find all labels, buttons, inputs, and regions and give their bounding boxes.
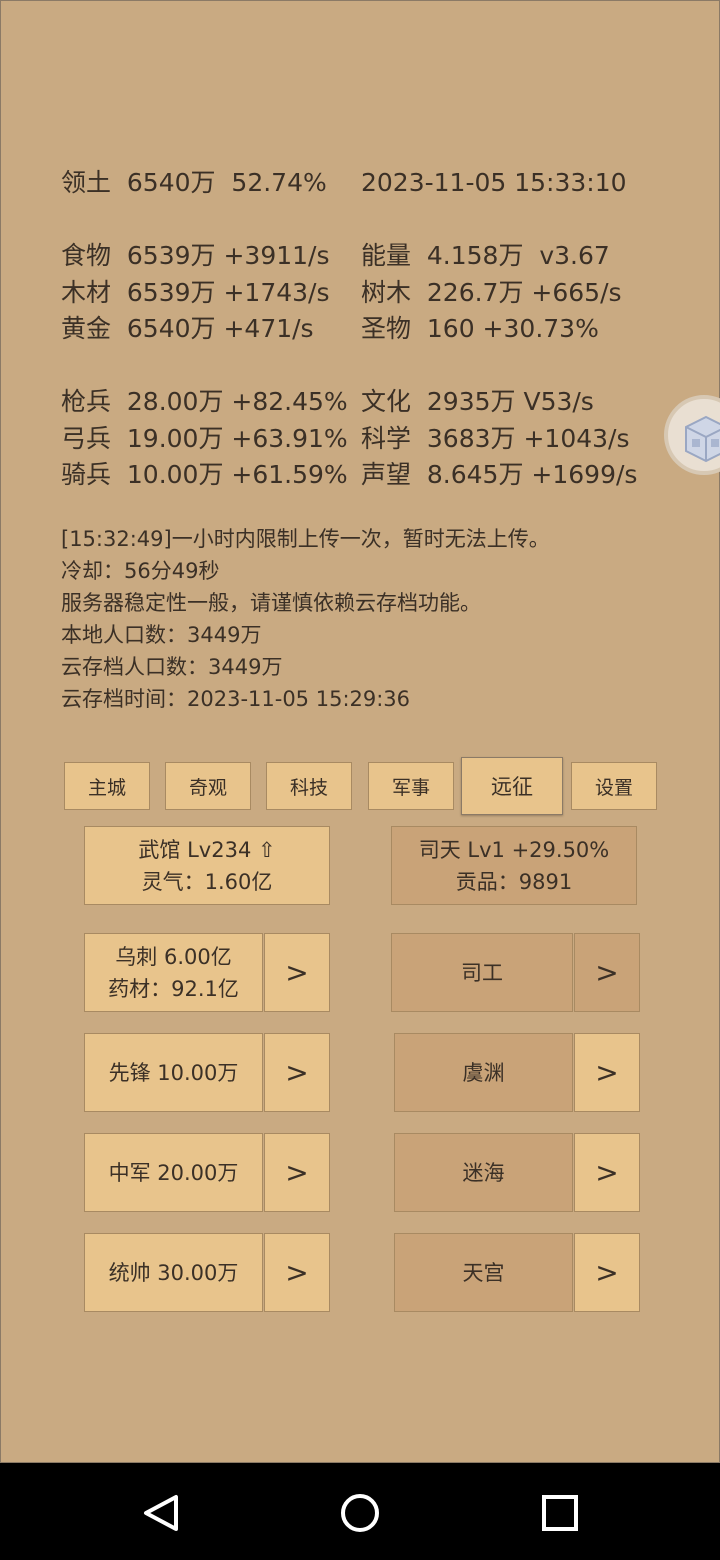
sitian-panel[interactable]: 司天 Lv1 +29.50% 贡品：9891 — [391, 826, 637, 905]
resource-stats: 领土 6540万 52.74% 2023-11-05 15:33:10 食物 6… — [61, 165, 637, 822]
herbs-value: 药材：92.1亿 — [108, 976, 239, 1001]
sitian-tribute: 贡品：9891 — [455, 869, 573, 894]
wuguan-spirit: 灵气：1.60亿 — [141, 869, 273, 894]
home-icon — [341, 1494, 379, 1532]
energy-stat: 能量 4.158万 v3.67 — [361, 241, 610, 270]
vanguard-arrow-button[interactable]: > — [264, 1033, 330, 1112]
territory-stat: 领土 6540万 52.74% — [61, 168, 327, 197]
commander-button[interactable]: 统帅 30.00万 — [84, 1233, 263, 1312]
tab-expedition[interactable]: 远征 — [461, 757, 563, 815]
sigong-arrow-button[interactable]: > — [574, 933, 640, 1012]
spearmen-stat: 枪兵 28.00万 +82.45% — [61, 387, 348, 416]
tab-military[interactable]: 军事 — [368, 762, 454, 810]
wuguan-level: 武馆 Lv234 ⇧ — [138, 837, 276, 862]
home-button[interactable] — [332, 1485, 388, 1541]
recents-icon — [542, 1495, 578, 1531]
mihai-arrow-button[interactable]: > — [574, 1133, 640, 1212]
tab-settings[interactable]: 设置 — [571, 762, 657, 810]
wuci-arrow-button[interactable]: > — [264, 933, 330, 1012]
wuguan-panel[interactable]: 武馆 Lv234 ⇧ 灵气：1.60亿 — [84, 826, 330, 905]
yuyuan-button[interactable]: 虞渊 — [394, 1033, 573, 1112]
culture-stat: 文化 2935万 V53/s — [361, 387, 594, 416]
science-stat: 科学 3683万 +1043/s — [361, 423, 630, 453]
sigong-button[interactable]: 司工 — [391, 933, 573, 1012]
prestige-stat: 声望 8.645万 +1699/s — [361, 460, 638, 489]
center-army-button[interactable]: 中军 20.00万 — [84, 1133, 263, 1212]
floating-assistant-button[interactable] — [664, 395, 720, 475]
datetime: 2023-11-05 15:33:10 — [361, 168, 627, 197]
log-line: 云存档人口数：3449万 — [61, 655, 283, 679]
cavalry-stat: 骑兵 10.00万 +61.59% — [61, 460, 348, 489]
archers-stat: 弓兵 19.00万 +63.91% — [61, 423, 348, 453]
recents-button[interactable] — [532, 1485, 588, 1541]
system-navigation-bar — [0, 1463, 720, 1560]
back-icon — [144, 1495, 178, 1531]
yuyuan-arrow-button[interactable]: > — [574, 1033, 640, 1112]
log-line: 本地人口数：3449万 — [61, 623, 262, 647]
back-button[interactable] — [132, 1485, 188, 1541]
tab-tech[interactable]: 科技 — [266, 762, 352, 810]
center-army-arrow-button[interactable]: > — [264, 1133, 330, 1212]
wuci-value: 乌刺 6.00亿 — [115, 944, 232, 969]
tab-wonders[interactable]: 奇观 — [165, 762, 251, 810]
wood-stat: 木材 6539万 +1743/s — [61, 277, 330, 307]
message-log: [15:32:49]一小时内限制上传一次，暂时无法上传。 冷却：56分49秒 服… — [61, 523, 550, 715]
relics-stat: 圣物 160 +30.73% — [361, 314, 599, 343]
cube-icon — [685, 415, 720, 463]
log-line: 冷却：56分49秒 — [61, 559, 220, 583]
gold-stat: 黄金 6540万 +471/s — [61, 314, 314, 343]
trees-stat: 树木 226.7万 +665/s — [361, 277, 622, 307]
tab-main-city[interactable]: 主城 — [64, 762, 150, 810]
wuci-button[interactable]: 乌刺 6.00亿 药材：92.1亿 — [84, 933, 263, 1012]
tiangong-arrow-button[interactable]: > — [574, 1233, 640, 1312]
commander-arrow-button[interactable]: > — [264, 1233, 330, 1312]
food-stat: 食物 6539万 +3911/s — [61, 241, 330, 270]
log-line: 云存档时间：2023-11-05 15:29:36 — [61, 687, 411, 711]
log-line: [15:32:49]一小时内限制上传一次，暂时无法上传。 — [61, 527, 550, 551]
vanguard-button[interactable]: 先锋 10.00万 — [84, 1033, 263, 1112]
tiangong-button[interactable]: 天宫 — [394, 1233, 573, 1312]
sitian-level: 司天 Lv1 +29.50% — [418, 837, 610, 862]
log-line: 服务器稳定性一般，请谨慎依赖云存档功能。 — [61, 591, 481, 615]
mihai-button[interactable]: 迷海 — [394, 1133, 573, 1212]
game-screen: 领土 6540万 52.74% 2023-11-05 15:33:10 食物 6… — [0, 0, 720, 1463]
